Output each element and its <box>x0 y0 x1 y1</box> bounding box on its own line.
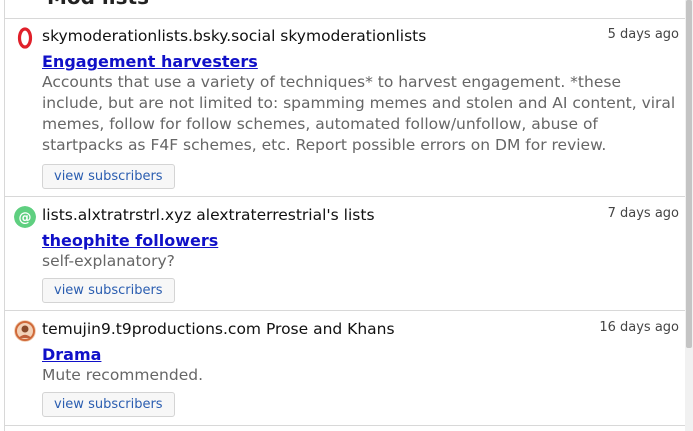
timestamp: 16 days ago <box>599 320 679 335</box>
list-name-link[interactable]: Engagement harvesters <box>42 52 258 71</box>
timestamp: 5 days ago <box>607 27 679 42</box>
view-subscribers-button[interactable]: view subscribers <box>42 392 175 417</box>
list-owner: lists.alxtratrstrl.xyz alextraterrestria… <box>42 206 375 224</box>
scrollbar[interactable] <box>685 0 693 431</box>
view-subscribers-button[interactable]: view subscribers <box>42 164 175 189</box>
section-title: Mod lists <box>47 0 149 9</box>
timestamp: 7 days ago <box>607 206 679 221</box>
user-avatar-icon <box>14 320 36 342</box>
list-description: self-explanatory? <box>42 252 175 270</box>
list-description: Accounts that use a variety of technique… <box>42 73 676 154</box>
list-owner: temujin9.t9productions.com Prose and Kha… <box>42 320 395 338</box>
view-subscribers-button[interactable]: view subscribers <box>42 278 175 303</box>
at-sign-icon: @ <box>14 206 36 228</box>
list-item: temujin9.t9productions.com Prose and Kha… <box>5 311 686 426</box>
list-item: @ lists.alxtratrstrl.xyz alextraterrestr… <box>5 197 686 311</box>
opera-icon <box>14 27 36 49</box>
list-description: Mute recommended. <box>42 366 204 384</box>
mod-lists-panel: Mod lists skymoderationlists.bsky.social… <box>4 0 687 431</box>
section-header-cut: Mod lists <box>5 0 686 19</box>
list-name-link[interactable]: theophite followers <box>42 231 218 250</box>
list-item: skymoderationlists.bsky.social skymodera… <box>5 18 686 197</box>
svg-text:@: @ <box>19 211 32 226</box>
scrollbar-thumb[interactable] <box>686 0 692 348</box>
list-owner: skymoderationlists.bsky.social skymodera… <box>42 27 427 45</box>
list-name-link[interactable]: Drama <box>42 345 101 364</box>
